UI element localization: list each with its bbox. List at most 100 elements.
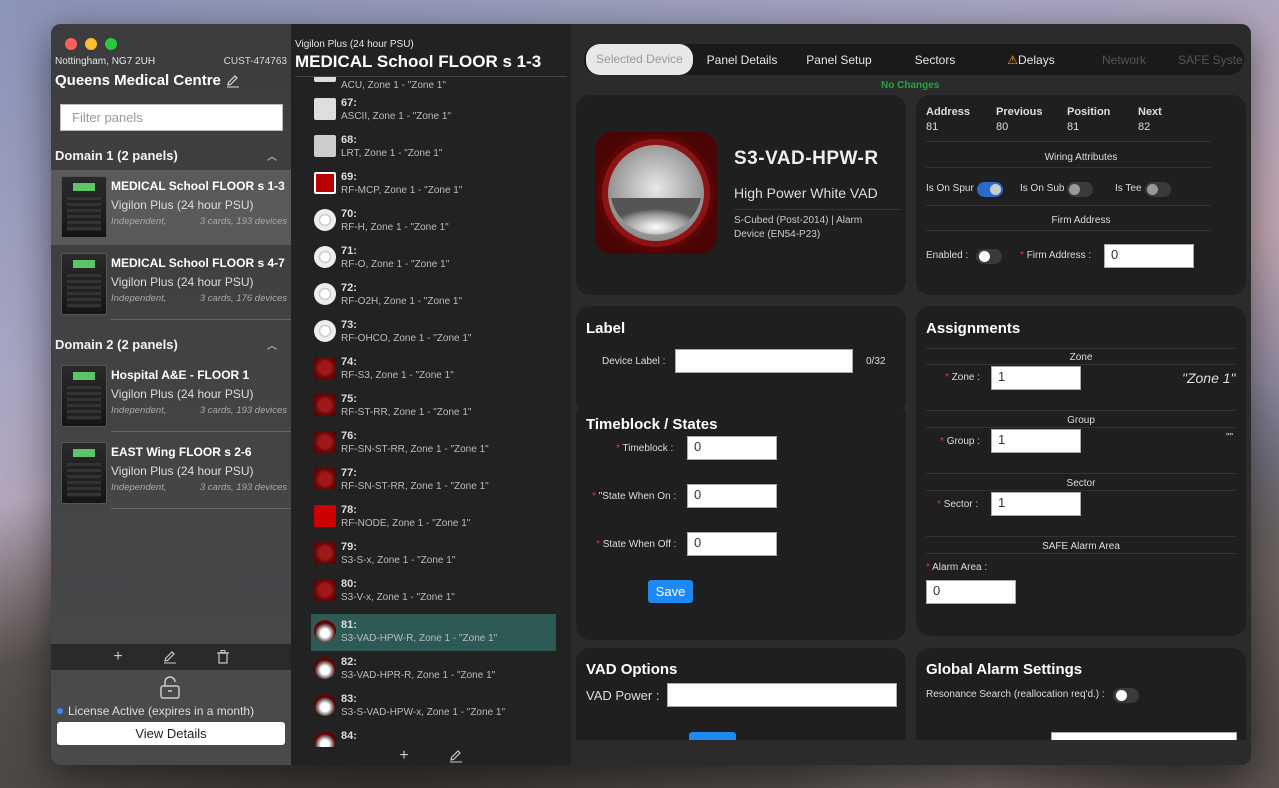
device-label-text: Device Label [602, 356, 660, 367]
position-header: Position [1067, 106, 1111, 118]
chevron-up-icon[interactable]: ︿ [267, 337, 277, 352]
vad-power-input[interactable] [667, 683, 897, 707]
device-row[interactable]: 84: [311, 725, 556, 747]
panel-meta: Independent, 3 cards, 176 devices [111, 293, 287, 304]
address-header: Address [926, 106, 971, 118]
device-row[interactable]: ACU, Zone 1 - "Zone 1" [311, 77, 556, 92]
divider [926, 473, 1236, 474]
device-desc: LRT, Zone 1 - "Zone 1" [341, 148, 443, 159]
state-off-input[interactable]: 0 [687, 532, 777, 556]
vad-power-label: VAD Power : [586, 688, 660, 703]
domain-label: Domain 2 (2 panels) [55, 337, 178, 352]
tab-panel-setup[interactable]: Panel Setup [791, 53, 887, 67]
device-desc: RF-SN-ST-RR, Zone 1 - "Zone 1" [341, 481, 489, 492]
tab-delays[interactable]: ⚠Delays [983, 53, 1079, 67]
site-location: Nottingham, NG7 2UH [55, 56, 156, 67]
device-code: S3-VAD-HPW-R [734, 148, 879, 169]
divider [111, 319, 291, 320]
panel-item[interactable]: MEDICAL School FLOOR s 4-7 Vigilon Plus … [51, 247, 291, 322]
add-icon[interactable]: + [113, 648, 122, 666]
device-name: High Power White VAD [734, 185, 878, 201]
app-window: Nottingham, NG7 2UH CUST-474763 Queens M… [51, 24, 1251, 765]
panel-mode: Independent, [111, 405, 167, 416]
is-tee-label: Is Tee [1115, 183, 1142, 194]
alarm-area-input[interactable]: 0 [926, 580, 1016, 604]
device-row[interactable]: 82: S3-VAD-HPR-R, Zone 1 - "Zone 1" [311, 651, 556, 688]
device-row[interactable]: 77: RF-SN-ST-RR, Zone 1 - "Zone 1" [311, 462, 556, 499]
tab-panel-details[interactable]: Panel Details [693, 53, 791, 67]
unlock-icon[interactable] [159, 676, 181, 700]
device-icon [314, 731, 336, 747]
tab-network[interactable]: Network [1079, 53, 1169, 67]
zoom-window-button[interactable] [105, 38, 117, 50]
divider [111, 431, 291, 432]
edit-pencil-icon[interactable] [449, 749, 463, 763]
divider [926, 490, 1236, 491]
device-row[interactable]: 70: RF-H, Zone 1 - "Zone 1" [311, 203, 556, 240]
group-title: Group [1067, 415, 1095, 426]
close-window-button[interactable] [65, 38, 77, 50]
enabled-toggle[interactable] [976, 249, 1002, 264]
state-on-input[interactable]: 0 [687, 484, 777, 508]
edit-pencil-icon[interactable] [226, 74, 240, 88]
domain-header[interactable]: Domain 2 (2 panels) ︿ [55, 337, 287, 352]
sector-input[interactable]: 1 [991, 492, 1081, 516]
add-icon[interactable]: + [399, 747, 408, 765]
tab-safe-system[interactable]: SAFE Syste [1169, 53, 1243, 67]
site-name: Queens Medical Centre [55, 72, 240, 89]
device-list-toolbar: + [291, 747, 571, 765]
filter-panels-input[interactable]: Filter panels [60, 104, 283, 131]
chevron-up-icon[interactable]: ︿ [267, 148, 277, 163]
zone-input[interactable]: 1 [991, 366, 1081, 390]
assignments-card: Assignments Zone * Zone : 1 "Zone 1" Gro… [916, 306, 1246, 636]
device-row[interactable]: 75: RF-ST-RR, Zone 1 - "Zone 1" [311, 388, 556, 425]
tab-selected-device[interactable]: Selected Device [586, 44, 693, 75]
device-list[interactable]: ACU, Zone 1 - "Zone 1" 67: ASCII, Zone 1 … [311, 77, 556, 747]
device-row[interactable]: 71: RF-O, Zone 1 - "Zone 1" [311, 240, 556, 277]
trash-icon[interactable] [216, 650, 229, 664]
resonance-toggle[interactable] [1113, 688, 1139, 703]
device-row[interactable]: 67: ASCII, Zone 1 - "Zone 1" [311, 92, 556, 129]
sidebar-toolbar: + [51, 644, 291, 670]
group-input[interactable]: 1 [991, 429, 1081, 453]
on-spur-toggle[interactable] [977, 182, 1003, 197]
previous-header: Previous [996, 106, 1043, 118]
divider [926, 141, 1211, 142]
device-icon [314, 468, 336, 490]
is-tee-toggle[interactable] [1145, 182, 1171, 197]
device-icon [314, 620, 336, 642]
device-number: 72: [341, 282, 357, 294]
enabled-label: Enabled : [926, 250, 969, 261]
device-row[interactable]: 69: RF-MCP, Zone 1 - "Zone 1" [311, 166, 556, 203]
device-row-selected[interactable]: 81: S3-VAD-HPW-R, Zone 1 - "Zone 1" [311, 614, 556, 651]
device-row[interactable]: 83: S3-S-VAD-HPW-x, Zone 1 - "Zone 1" [311, 688, 556, 725]
minimize-window-button[interactable] [85, 38, 97, 50]
timeblock-input[interactable]: 0 [687, 436, 777, 460]
panel-item[interactable]: MEDICAL School FLOOR s 1-3 Vigilon Plus … [51, 170, 291, 245]
device-row[interactable]: 68: LRT, Zone 1 - "Zone 1" [311, 129, 556, 166]
device-icon [314, 172, 336, 194]
toggle-knob [1069, 184, 1080, 195]
device-desc: RF-S3, Zone 1 - "Zone 1" [341, 370, 454, 381]
on-sub-toggle[interactable] [1067, 182, 1093, 197]
firm-address-input[interactable]: 0 [1104, 244, 1194, 268]
device-row[interactable]: 74: RF-S3, Zone 1 - "Zone 1" [311, 351, 556, 388]
device-row[interactable]: 73: RF-OHCO, Zone 1 - "Zone 1" [311, 314, 556, 351]
panel-thumbnail [61, 253, 107, 315]
edit-pencil-icon[interactable] [163, 650, 177, 664]
device-row[interactable]: 80: S3-V-x, Zone 1 - "Zone 1" [311, 573, 556, 610]
device-icon [314, 694, 336, 716]
view-details-button[interactable]: View Details [57, 722, 285, 745]
panel-item[interactable]: Hospital A&E - FLOOR 1 Vigilon Plus (24 … [51, 359, 291, 434]
device-row[interactable]: 79: S3-S-x, Zone 1 - "Zone 1" [311, 536, 556, 573]
domain-header[interactable]: Domain 1 (2 panels) ︿ [55, 148, 287, 163]
device-desc: S3-VAD-HPW-R, Zone 1 - "Zone 1" [341, 633, 498, 644]
save-button[interactable]: Save [648, 580, 693, 603]
device-label-input[interactable] [675, 349, 853, 373]
device-row[interactable]: 78: RF-NODE, Zone 1 - "Zone 1" [311, 499, 556, 536]
device-row[interactable]: 76: RF-SN-ST-RR, Zone 1 - "Zone 1" [311, 425, 556, 462]
device-row[interactable]: 72: RF-O2H, Zone 1 - "Zone 1" [311, 277, 556, 314]
panel-item[interactable]: EAST Wing FLOOR s 2-6 Vigilon Plus (24 h… [51, 436, 291, 511]
on-sub-label: Is On Sub [1020, 183, 1065, 194]
tab-sectors[interactable]: Sectors [887, 53, 983, 67]
